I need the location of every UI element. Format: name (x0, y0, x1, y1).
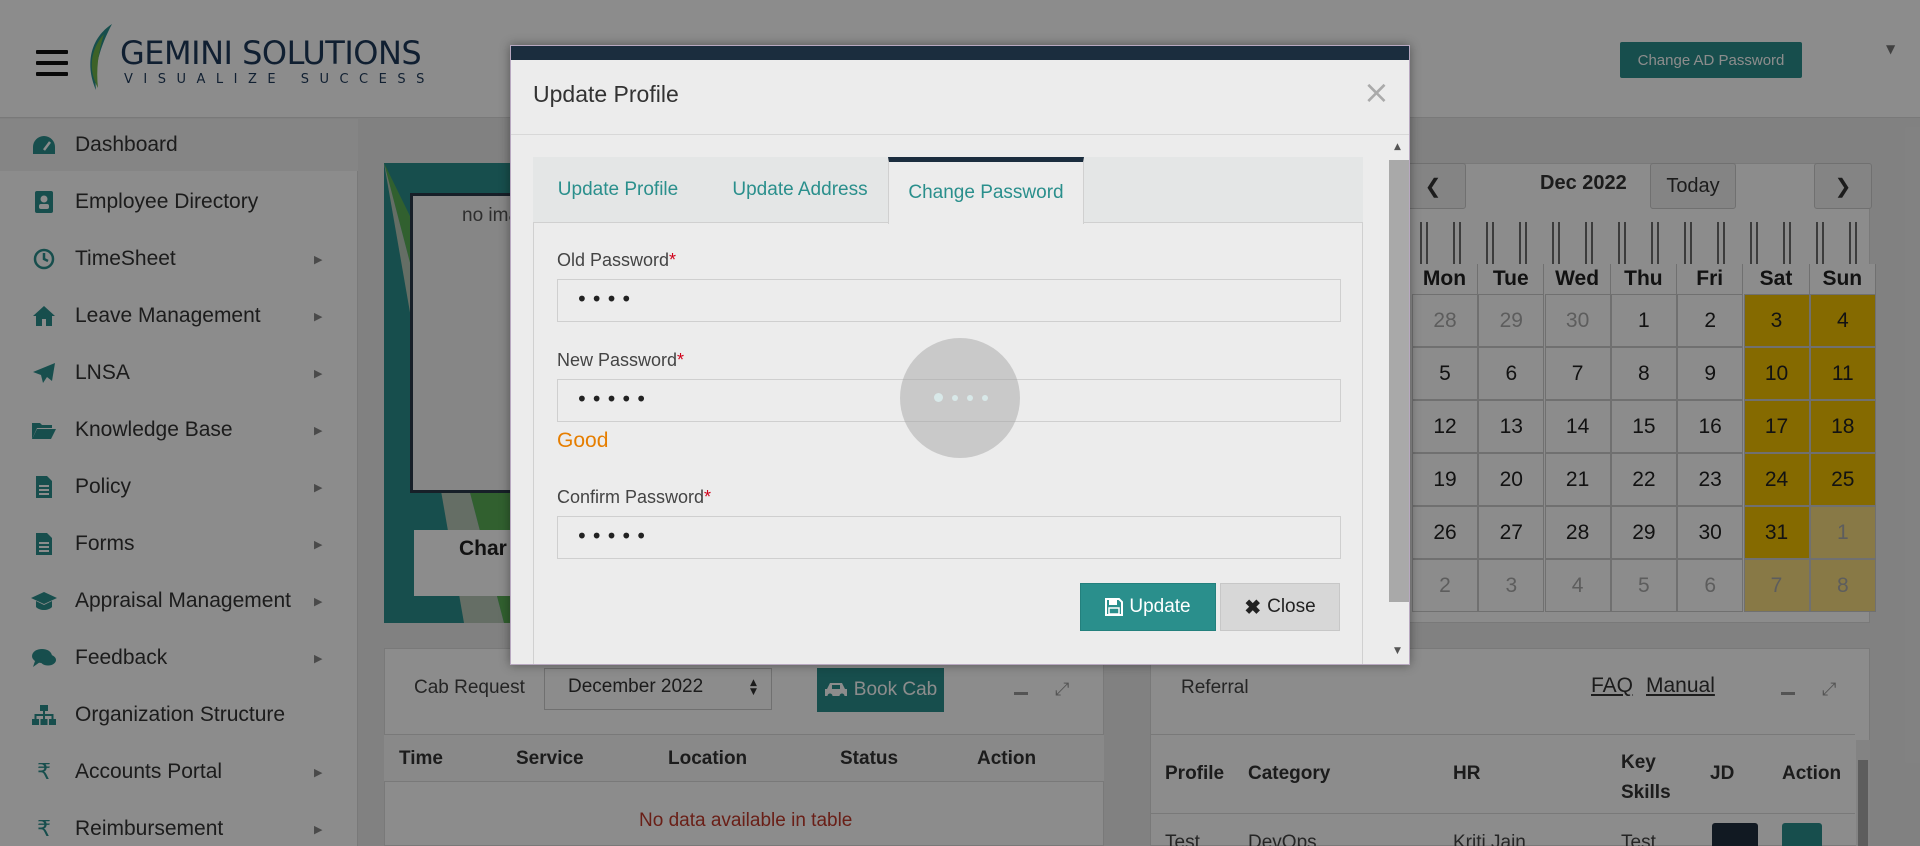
update-button[interactable]: Update (1080, 583, 1216, 631)
confirm-password-label-text: Confirm Password (557, 487, 705, 507)
spinner-dot (952, 395, 958, 401)
close-button[interactable]: ✖ Close (1220, 583, 1340, 631)
spinner-dot (967, 395, 973, 401)
required-marker: * (669, 250, 677, 270)
confirm-password-label: Confirm Password* (557, 487, 711, 508)
modal-top-bar (511, 46, 1409, 60)
modal-header-divider (511, 134, 1409, 135)
old-password-label-text: Old Password (557, 250, 670, 270)
required-marker: * (677, 350, 685, 370)
tab-update-profile[interactable]: Update Profile (533, 157, 703, 223)
scroll-down-arrow-icon[interactable]: ▼ (1394, 646, 1401, 656)
save-icon (1105, 598, 1124, 616)
new-password-label-text: New Password (557, 350, 678, 370)
old-password-field[interactable]: •••• (557, 279, 1341, 322)
modal-title: Update Profile (533, 81, 679, 107)
confirm-password-field[interactable]: ••••• (557, 516, 1341, 559)
close-x-icon: ✖ (1244, 596, 1262, 619)
required-marker: * (704, 487, 712, 507)
loading-spinner (900, 338, 1020, 458)
spinner-dot (934, 393, 943, 402)
update-button-label: Update (1129, 596, 1191, 617)
tab-update-address[interactable]: Update Address (703, 157, 897, 223)
password-strength-indicator: Good (557, 429, 609, 452)
old-password-label: Old Password* (557, 250, 676, 271)
close-icon[interactable]: × (1363, 76, 1390, 108)
tab-change-password[interactable]: Change Password (888, 157, 1084, 224)
modal-scrollbar-thumb[interactable] (1389, 160, 1409, 602)
new-password-label: New Password* (557, 350, 684, 371)
scroll-up-arrow-icon[interactable]: ▲ (1394, 142, 1401, 152)
close-button-label: Close (1267, 596, 1316, 617)
spinner-dot (982, 395, 988, 401)
